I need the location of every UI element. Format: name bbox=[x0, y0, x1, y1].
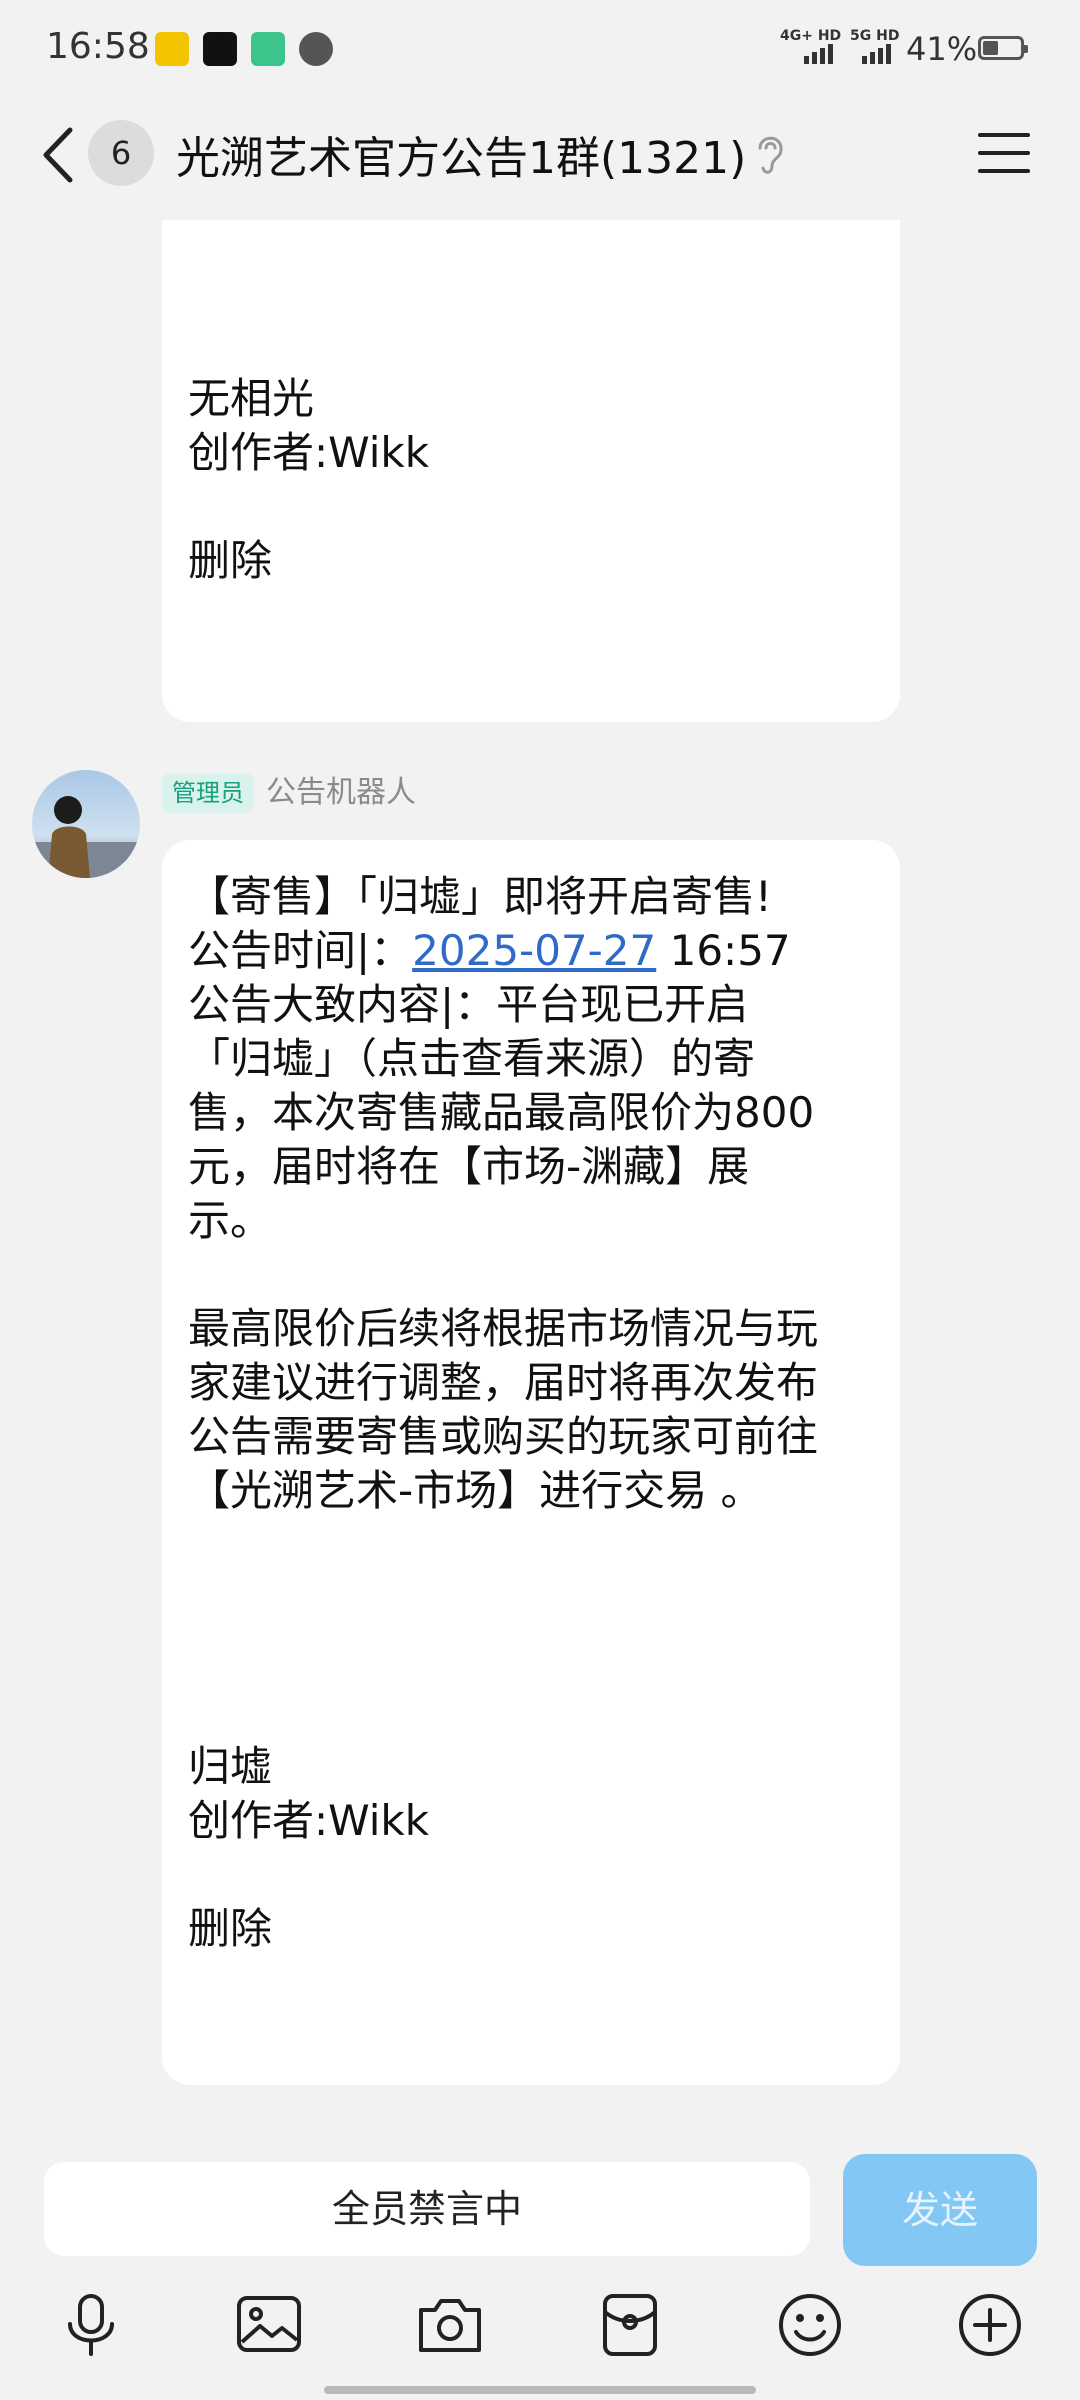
news-app-icon bbox=[155, 32, 189, 66]
announcement-footer: 归墟 创作者:Wikk 删除 bbox=[188, 1742, 430, 1953]
battery-percent: 41% bbox=[906, 30, 978, 68]
time-suffix: 16:57 bbox=[656, 926, 791, 975]
chevron-left-icon[interactable] bbox=[34, 120, 84, 190]
red-packet-icon[interactable] bbox=[595, 2290, 665, 2360]
chat-header: 6 光溯艺术官方公告1群(1321) bbox=[0, 100, 1080, 220]
plus-icon[interactable] bbox=[955, 2290, 1025, 2360]
send-button[interactable]: 发送 bbox=[843, 2154, 1037, 2266]
announcement-time-line: 公告时间|：2025-07-27 16:57 bbox=[188, 924, 791, 978]
camera-icon[interactable] bbox=[415, 2290, 485, 2360]
signal-bars-1 bbox=[804, 44, 833, 64]
image-icon[interactable] bbox=[234, 2290, 304, 2360]
notification-icons bbox=[155, 32, 333, 66]
announcement-headline: 【寄售】「归墟」即将开启寄售! bbox=[188, 872, 772, 921]
message-text: 无相光 创作者:Wikk 删除 bbox=[188, 374, 430, 585]
admin-badge: 管理员 bbox=[162, 773, 254, 813]
date-link[interactable]: 2025-07-27 bbox=[412, 926, 656, 975]
signal-label-2: 5G HD bbox=[850, 28, 900, 44]
input-bar: 全员禁言中 发送 bbox=[0, 2140, 1080, 2266]
muted-input: 全员禁言中 bbox=[44, 2162, 810, 2256]
announcement-content: 公告大致内容|：平台现已开启 「归墟」（点击查看来源）的寄 售，本次寄售藏品最高… bbox=[188, 980, 819, 1515]
home-indicator[interactable] bbox=[324, 2386, 756, 2394]
signal-bars-2 bbox=[862, 44, 891, 64]
microphone-icon[interactable] bbox=[56, 2290, 126, 2360]
unread-count-badge[interactable]: 6 bbox=[88, 120, 154, 186]
bottom-toolbar bbox=[0, 2290, 1080, 2370]
menu-icon[interactable] bbox=[978, 130, 1030, 176]
emoji-icon[interactable] bbox=[775, 2290, 845, 2360]
status-bar: 16:58 4G+ HD 5G HD 41% bbox=[0, 0, 1080, 100]
ear-icon[interactable] bbox=[752, 130, 788, 180]
signal-label-1: 4G+ HD bbox=[780, 28, 842, 44]
battery-icon bbox=[978, 36, 1028, 60]
status-time: 16:58 bbox=[46, 26, 150, 67]
message-bubble[interactable]: 【寄售】「归墟」即将开启寄售! 公告时间|：2025-07-27 16:57 公… bbox=[162, 840, 900, 2085]
avatar[interactable] bbox=[32, 770, 140, 878]
message-bubble[interactable]: 无相光 创作者:Wikk 删除 bbox=[162, 220, 900, 722]
time-prefix: 公告时间|： bbox=[188, 926, 413, 975]
sender-name[interactable]: 公告机器人 bbox=[266, 773, 416, 813]
group-title[interactable]: 光溯艺术官方公告1群(1321) bbox=[176, 122, 746, 186]
tiktok-icon bbox=[203, 32, 237, 66]
game-controller-icon bbox=[299, 32, 333, 66]
video-app-icon bbox=[251, 32, 285, 66]
